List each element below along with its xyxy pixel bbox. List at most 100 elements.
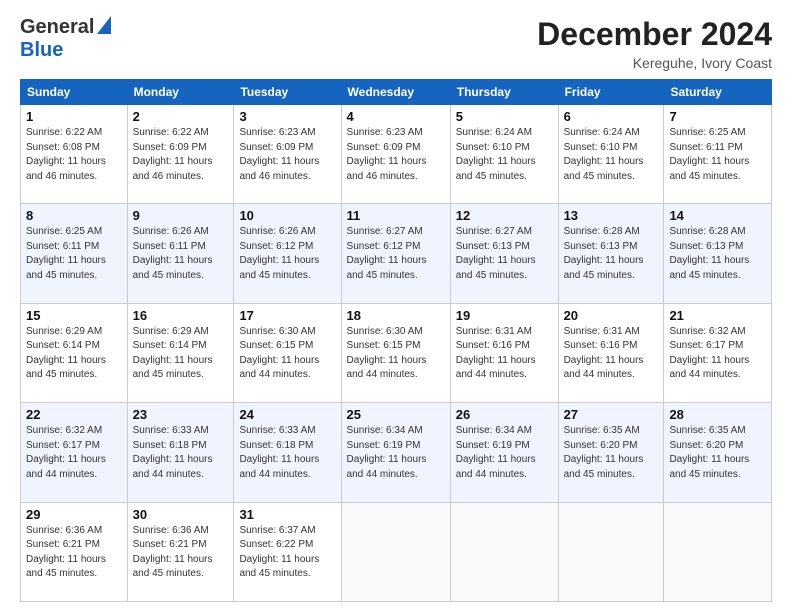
day-info: Sunrise: 6:25 AMSunset: 6:11 PMDaylight:… — [26, 225, 122, 283]
day-info: Sunrise: 6:32 AMSunset: 6:17 PMDaylight:… — [669, 325, 766, 383]
day-info: Sunrise: 6:26 AMSunset: 6:11 PMDaylight:… — [133, 225, 229, 283]
calendar-cell: 24 Sunrise: 6:33 AMSunset: 6:18 PMDayligh… — [234, 403, 341, 502]
day-info: Sunrise: 6:29 AMSunset: 6:14 PMDaylight:… — [133, 325, 229, 383]
calendar-cell: 19 Sunrise: 6:31 AMSunset: 6:16 PMDayligh… — [450, 303, 558, 402]
day-info: Sunrise: 6:37 AMSunset: 6:22 PMDaylight:… — [239, 524, 335, 582]
day-number: 24 — [239, 407, 335, 422]
calendar-cell: 28Sunrise: 6:35 AMSunset: 6:20 PMDayligh… — [664, 403, 772, 502]
location: Kereguhe, Ivory Coast — [537, 55, 772, 71]
calendar-cell: 16 Sunrise: 6:29 AMSunset: 6:14 PMDayligh… — [127, 303, 234, 402]
calendar-cell: 2 Sunrise: 6:22 AMSunset: 6:09 PMDaylight… — [127, 105, 234, 204]
day-info: Sunrise: 6:34 AMSunset: 6:19 PMDaylight:… — [347, 424, 445, 482]
day-number: 21 — [669, 308, 766, 323]
day-info: Sunrise: 6:24 AMSunset: 6:10 PMDaylight:… — [564, 126, 659, 184]
day-number: 6 — [564, 109, 659, 124]
logo-blue: Blue — [20, 39, 63, 61]
day-info: Sunrise: 6:32 AMSunset: 6:17 PMDaylight:… — [26, 424, 122, 482]
day-info: Sunrise: 6:36 AMSunset: 6:21 PMDaylight:… — [133, 524, 229, 582]
calendar-cell: 13 Sunrise: 6:28 AMSunset: 6:13 PMDayligh… — [558, 204, 664, 303]
calendar-cell: 27 Sunrise: 6:35 AMSunset: 6:20 PMDayligh… — [558, 403, 664, 502]
day-info: Sunrise: 6:28 AMSunset: 6:13 PMDaylight:… — [669, 225, 766, 283]
day-info: Sunrise: 6:34 AMSunset: 6:19 PMDaylight:… — [456, 424, 553, 482]
day-number: 5 — [456, 109, 553, 124]
calendar-cell: 12Sunrise: 6:27 AMSunset: 6:13 PMDayligh… — [450, 204, 558, 303]
calendar-cell — [558, 502, 664, 601]
weekday-header: Wednesday — [341, 80, 450, 105]
day-number: 16 — [133, 308, 229, 323]
day-number: 26 — [456, 407, 553, 422]
logo-triangle-icon — [97, 16, 111, 39]
calendar-cell: 6 Sunrise: 6:24 AMSunset: 6:10 PMDaylight… — [558, 105, 664, 204]
day-info: Sunrise: 6:22 AMSunset: 6:08 PMDaylight:… — [26, 126, 122, 184]
day-number: 11 — [347, 208, 445, 223]
day-number: 2 — [133, 109, 229, 124]
calendar-cell: 29Sunrise: 6:36 AMSunset: 6:21 PMDayligh… — [21, 502, 128, 601]
day-number: 20 — [564, 308, 659, 323]
calendar-cell: 17Sunrise: 6:30 AMSunset: 6:15 PMDayligh… — [234, 303, 341, 402]
calendar-cell: 8 Sunrise: 6:25 AMSunset: 6:11 PMDaylight… — [21, 204, 128, 303]
calendar-cell: 7 Sunrise: 6:25 AMSunset: 6:11 PMDaylight… — [664, 105, 772, 204]
calendar-cell: 18 Sunrise: 6:30 AMSunset: 6:15 PMDayligh… — [341, 303, 450, 402]
calendar-cell: 23 Sunrise: 6:33 AMSunset: 6:18 PMDayligh… — [127, 403, 234, 502]
calendar-cell: 15 Sunrise: 6:29 AMSunset: 6:14 PMDayligh… — [21, 303, 128, 402]
day-info: Sunrise: 6:31 AMSunset: 6:16 PMDaylight:… — [456, 325, 553, 383]
day-number: 23 — [133, 407, 229, 422]
weekday-header: Tuesday — [234, 80, 341, 105]
calendar-cell: 4Sunrise: 6:23 AMSunset: 6:09 PMDaylight… — [341, 105, 450, 204]
calendar-cell: 22 Sunrise: 6:32 AMSunset: 6:17 PMDayligh… — [21, 403, 128, 502]
calendar-cell: 5 Sunrise: 6:24 AMSunset: 6:10 PMDaylight… — [450, 105, 558, 204]
day-number: 25 — [347, 407, 445, 422]
weekday-header: Thursday — [450, 80, 558, 105]
weekday-header: Sunday — [21, 80, 128, 105]
day-info: Sunrise: 6:35 AMSunset: 6:20 PMDaylight:… — [564, 424, 659, 482]
calendar-cell: 1 Sunrise: 6:22 AMSunset: 6:08 PMDaylight… — [21, 105, 128, 204]
day-info: Sunrise: 6:28 AMSunset: 6:13 PMDaylight:… — [564, 225, 659, 283]
day-info: Sunrise: 6:25 AMSunset: 6:11 PMDaylight:… — [669, 126, 766, 184]
logo-general: General — [20, 16, 94, 39]
logo: General Blue — [20, 16, 111, 62]
day-number: 22 — [26, 407, 122, 422]
day-number: 7 — [669, 109, 766, 124]
calendar-cell: 11 Sunrise: 6:27 AMSunset: 6:12 PMDayligh… — [341, 204, 450, 303]
day-info: Sunrise: 6:23 AMSunset: 6:09 PMDaylight:… — [347, 126, 445, 184]
header: General Blue December 2024 Kereguhe, Ivo… — [20, 16, 772, 71]
calendar-cell — [664, 502, 772, 601]
calendar-cell: 3 Sunrise: 6:23 AMSunset: 6:09 PMDaylight… — [234, 105, 341, 204]
calendar-cell: 21 Sunrise: 6:32 AMSunset: 6:17 PMDayligh… — [664, 303, 772, 402]
day-info: Sunrise: 6:33 AMSunset: 6:18 PMDaylight:… — [239, 424, 335, 482]
calendar-cell: 26 Sunrise: 6:34 AMSunset: 6:19 PMDayligh… — [450, 403, 558, 502]
day-info: Sunrise: 6:29 AMSunset: 6:14 PMDaylight:… — [26, 325, 122, 383]
calendar-cell: 14Sunrise: 6:28 AMSunset: 6:13 PMDayligh… — [664, 204, 772, 303]
calendar-table: SundayMondayTuesdayWednesdayThursdayFrid… — [20, 79, 772, 602]
day-number: 1 — [26, 109, 122, 124]
day-number: 3 — [239, 109, 335, 124]
day-number: 18 — [347, 308, 445, 323]
calendar-cell: 30 Sunrise: 6:36 AMSunset: 6:21 PMDayligh… — [127, 502, 234, 601]
calendar-cell: 31 Sunrise: 6:37 AMSunset: 6:22 PMDayligh… — [234, 502, 341, 601]
calendar-cell: 9 Sunrise: 6:26 AMSunset: 6:11 PMDaylight… — [127, 204, 234, 303]
calendar-cell: 20Sunrise: 6:31 AMSunset: 6:16 PMDayligh… — [558, 303, 664, 402]
day-number: 13 — [564, 208, 659, 223]
day-number: 30 — [133, 507, 229, 522]
day-number: 12 — [456, 208, 553, 223]
day-number: 9 — [133, 208, 229, 223]
title-block: December 2024 Kereguhe, Ivory Coast — [537, 16, 772, 71]
day-number: 8 — [26, 208, 122, 223]
day-number: 19 — [456, 308, 553, 323]
calendar-cell — [341, 502, 450, 601]
day-info: Sunrise: 6:33 AMSunset: 6:18 PMDaylight:… — [133, 424, 229, 482]
day-info: Sunrise: 6:27 AMSunset: 6:12 PMDaylight:… — [347, 225, 445, 283]
day-number: 15 — [26, 308, 122, 323]
day-info: Sunrise: 6:22 AMSunset: 6:09 PMDaylight:… — [133, 126, 229, 184]
day-info: Sunrise: 6:30 AMSunset: 6:15 PMDaylight:… — [347, 325, 445, 383]
calendar-cell — [450, 502, 558, 601]
day-info: Sunrise: 6:24 AMSunset: 6:10 PMDaylight:… — [456, 126, 553, 184]
day-info: Sunrise: 6:23 AMSunset: 6:09 PMDaylight:… — [239, 126, 335, 184]
calendar-cell: 25 Sunrise: 6:34 AMSunset: 6:19 PMDayligh… — [341, 403, 450, 502]
day-number: 17 — [239, 308, 335, 323]
day-info: Sunrise: 6:26 AMSunset: 6:12 PMDaylight:… — [239, 225, 335, 283]
day-number: 29 — [26, 507, 122, 522]
day-number: 27 — [564, 407, 659, 422]
day-number: 31 — [239, 507, 335, 522]
day-number: 28 — [669, 407, 766, 422]
